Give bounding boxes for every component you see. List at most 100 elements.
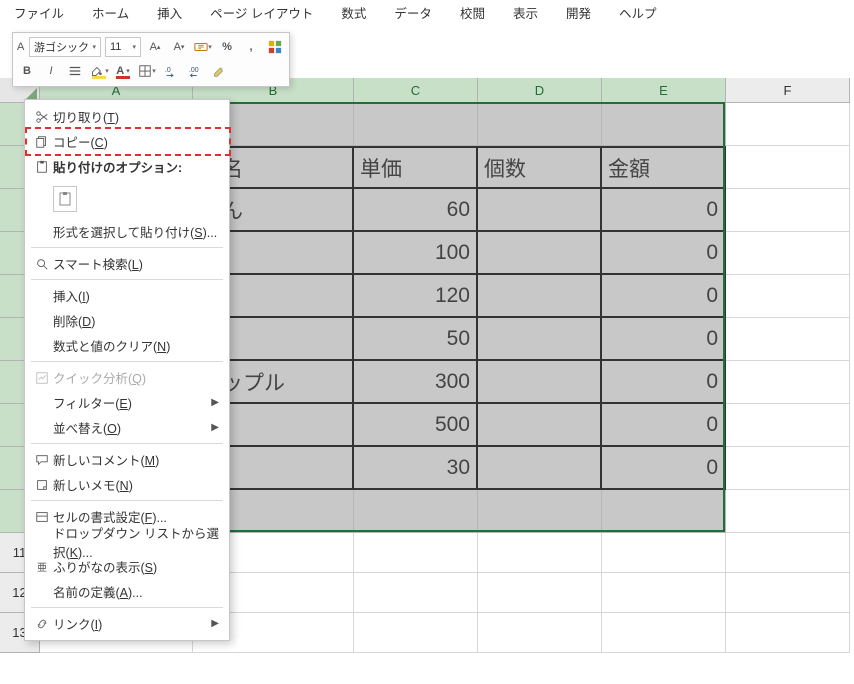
cell[interactable] xyxy=(726,404,850,447)
cell[interactable] xyxy=(726,533,850,573)
cell[interactable] xyxy=(478,573,602,613)
accounting-format-icon[interactable]: ▾ xyxy=(193,37,213,57)
font-color-icon[interactable]: A ▾ xyxy=(113,61,133,81)
cell[interactable] xyxy=(478,318,602,361)
menu-insert[interactable]: 挿入 xyxy=(143,3,196,22)
col-header-C[interactable]: C xyxy=(354,78,478,103)
cell[interactable] xyxy=(726,318,850,361)
cell[interactable] xyxy=(478,490,602,533)
ctx-smart-lookup[interactable]: スマート検索(L) xyxy=(25,251,229,276)
ctx-new-comment[interactable]: 新しいコメント(M) xyxy=(25,447,229,472)
ctx-sort[interactable]: 並べ替え(O)▶ xyxy=(25,415,229,440)
align-icon[interactable] xyxy=(65,61,85,81)
cell[interactable] xyxy=(726,275,850,318)
percent-icon[interactable]: % xyxy=(217,37,237,57)
menu-data[interactable]: データ xyxy=(380,3,446,22)
table-header[interactable]: 個数 xyxy=(478,146,602,189)
cell[interactable]: 0 xyxy=(602,189,726,232)
cell[interactable] xyxy=(602,490,726,533)
menu-help[interactable]: ヘルプ xyxy=(605,3,671,22)
cell[interactable] xyxy=(354,533,478,573)
cell[interactable] xyxy=(354,490,478,533)
ctx-clear[interactable]: 数式と値のクリア(N) xyxy=(25,333,229,358)
col-header-D[interactable]: D xyxy=(478,78,602,103)
cell[interactable] xyxy=(478,189,602,232)
cell[interactable] xyxy=(478,404,602,447)
cell[interactable]: 300 xyxy=(354,361,478,404)
cell[interactable] xyxy=(478,275,602,318)
cell[interactable] xyxy=(354,613,478,653)
cell[interactable]: 30 xyxy=(354,447,478,490)
col-header-E[interactable]: E xyxy=(602,78,726,103)
font-size-select[interactable]: 11▾ xyxy=(105,37,141,57)
ctx-paste-options[interactable] xyxy=(25,179,229,219)
ctx-insert[interactable]: 挿入(I) xyxy=(25,283,229,308)
ctx-copy[interactable]: コピー(C) xyxy=(25,129,229,154)
cell[interactable]: 60 xyxy=(354,189,478,232)
paste-default-icon[interactable] xyxy=(53,186,77,212)
ctx-delete[interactable]: 削除(D) xyxy=(25,308,229,333)
cell[interactable]: 0 xyxy=(602,232,726,275)
cell[interactable]: 0 xyxy=(602,404,726,447)
borders-icon[interactable]: ▾ xyxy=(137,61,157,81)
menu-page-layout[interactable]: ページ レイアウト xyxy=(196,3,327,22)
table-header[interactable]: 単価 xyxy=(354,146,478,189)
cell[interactable] xyxy=(478,361,602,404)
cell[interactable] xyxy=(478,447,602,490)
increase-decimal-icon[interactable]: .00 xyxy=(185,61,205,81)
cell[interactable] xyxy=(354,103,478,146)
decrease-font-icon[interactable]: A▾ xyxy=(169,37,189,57)
cell[interactable] xyxy=(478,103,602,146)
cell[interactable] xyxy=(726,447,850,490)
cell[interactable]: 0 xyxy=(602,318,726,361)
bold-icon[interactable]: B xyxy=(17,61,37,81)
ctx-link[interactable]: リンク(I)▶ xyxy=(25,611,229,636)
menu-formulas[interactable]: 数式 xyxy=(327,3,380,22)
cell[interactable]: 500 xyxy=(354,404,478,447)
cell[interactable]: 50 xyxy=(354,318,478,361)
cell[interactable] xyxy=(726,613,850,653)
decrease-decimal-icon[interactable]: .0 xyxy=(161,61,181,81)
menu-developer[interactable]: 開発 xyxy=(552,3,605,22)
col-header-F[interactable]: F xyxy=(726,78,850,103)
cell[interactable]: 100 xyxy=(354,232,478,275)
ctx-define-name[interactable]: 名前の定義(A)... xyxy=(25,579,229,604)
cell[interactable] xyxy=(726,189,850,232)
cell[interactable] xyxy=(602,533,726,573)
cell[interactable] xyxy=(726,232,850,275)
menu-view[interactable]: 表示 xyxy=(499,3,552,22)
cell[interactable]: 0 xyxy=(602,447,726,490)
format-painter-icon[interactable] xyxy=(209,61,229,81)
ctx-new-note[interactable]: 新しいメモ(N) xyxy=(25,472,229,497)
ctx-paste-special[interactable]: 形式を選択して貼り付け(S)... xyxy=(25,219,229,244)
cell[interactable] xyxy=(726,103,850,146)
ctx-show-furigana[interactable]: 亜 ふりがなの表示(S) xyxy=(25,554,229,579)
cell[interactable] xyxy=(478,533,602,573)
cell[interactable]: 0 xyxy=(602,361,726,404)
ctx-cut[interactable]: 切り取り(T) xyxy=(25,104,229,129)
increase-font-icon[interactable]: A▴ xyxy=(145,37,165,57)
cell[interactable] xyxy=(726,490,850,533)
font-name-select[interactable]: 游ゴシック▾ xyxy=(29,37,101,57)
menu-home[interactable]: ホーム xyxy=(78,3,143,22)
table-header[interactable]: 金額 xyxy=(602,146,726,189)
fill-color-icon[interactable]: ▾ xyxy=(89,61,109,81)
ctx-filter[interactable]: フィルター(E)▶ xyxy=(25,390,229,415)
menu-file[interactable]: ファイル xyxy=(0,3,78,22)
cell[interactable] xyxy=(602,573,726,613)
cell[interactable] xyxy=(726,146,850,189)
menu-review[interactable]: 校閲 xyxy=(446,3,499,22)
cell[interactable] xyxy=(726,361,850,404)
conditional-format-icon[interactable] xyxy=(265,37,285,57)
cell[interactable] xyxy=(602,613,726,653)
cell[interactable]: 0 xyxy=(602,275,726,318)
cell[interactable]: 120 xyxy=(354,275,478,318)
cell[interactable] xyxy=(726,573,850,613)
cell[interactable] xyxy=(354,573,478,613)
ctx-dropdown-list[interactable]: ドロップダウン リストから選択(K)... xyxy=(25,529,229,554)
cell[interactable] xyxy=(602,103,726,146)
cell[interactable] xyxy=(478,613,602,653)
italic-icon[interactable]: I xyxy=(41,61,61,81)
comma-icon[interactable]: , xyxy=(241,37,261,57)
cell[interactable] xyxy=(478,232,602,275)
